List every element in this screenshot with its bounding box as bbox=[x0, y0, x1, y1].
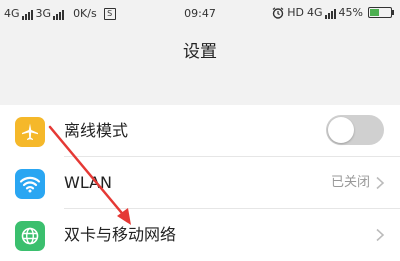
settings-list: 离线模式 WLAN 已关闭 双卡与移动网络 bbox=[0, 105, 400, 261]
signal-icon bbox=[324, 9, 336, 19]
wlan-status: 已关闭 bbox=[330, 175, 370, 190]
alarm-icon bbox=[272, 6, 284, 19]
settings-item-dual-sim-mobile-network[interactable]: 双卡与移动网络 bbox=[0, 209, 400, 261]
status-right: HD 4G 45% bbox=[272, 6, 394, 19]
chevron-right-icon bbox=[376, 176, 385, 190]
battery-icon bbox=[368, 7, 394, 18]
settings-item-airplane-mode[interactable]: 离线模式 bbox=[0, 105, 400, 157]
battery-fill bbox=[370, 9, 379, 16]
settings-item-label: WLAN bbox=[64, 173, 113, 192]
airplane-mode-toggle[interactable] bbox=[326, 115, 384, 145]
battery-percent: 45% bbox=[338, 6, 363, 19]
globe-icon bbox=[15, 221, 45, 251]
settings-item-label: 离线模式 bbox=[64, 121, 129, 140]
airplane-icon bbox=[15, 117, 45, 147]
toggle-knob bbox=[328, 117, 354, 143]
wifi-icon bbox=[15, 169, 45, 199]
page-title: 设置 bbox=[183, 42, 217, 62]
settings-item-label: 双卡与移动网络 bbox=[64, 225, 177, 244]
chevron-right-icon bbox=[376, 228, 385, 242]
settings-item-wlan[interactable]: WLAN 已关闭 bbox=[0, 157, 400, 209]
network-indicator-3: 4G bbox=[307, 6, 336, 19]
hd-indicator: HD bbox=[287, 6, 305, 19]
network-type-3: 4G bbox=[307, 6, 323, 19]
status-bar: 4G 3G 0K/s S 09:47 HD 4G 45% bbox=[0, 0, 400, 28]
